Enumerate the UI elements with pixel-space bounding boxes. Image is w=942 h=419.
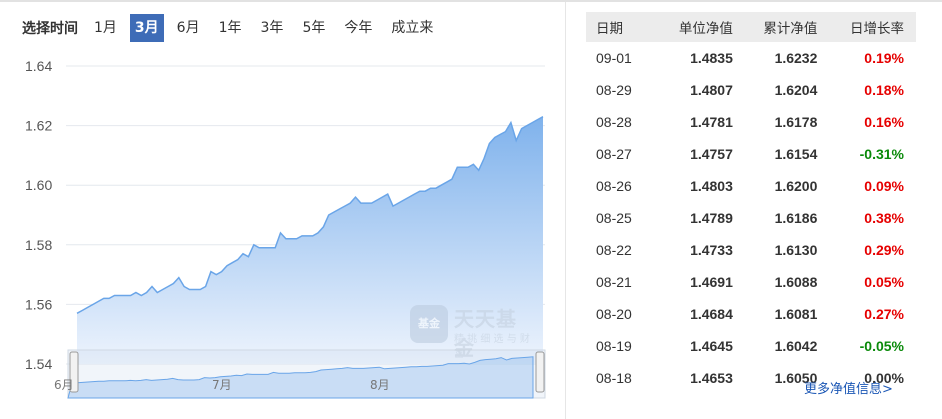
row-accum-nav: 1.6186 (774, 210, 818, 226)
row-daily-growth: 0.38% (864, 210, 904, 226)
header-date: 日期 (586, 12, 662, 42)
y-tick-label: 1.64 (25, 58, 52, 74)
y-tick-label: 1.54 (25, 356, 52, 372)
row-unit-nav: 1.4684 (690, 306, 733, 322)
row-date: 09-01 (596, 50, 632, 66)
row-date: 08-20 (596, 306, 632, 322)
row-daily-growth: -0.05% (859, 338, 904, 354)
watermark-logo-icon: 基金 (410, 305, 448, 343)
range-5y-button[interactable]: 5年 (296, 14, 331, 42)
range-6m-button[interactable]: 6月 (171, 14, 206, 42)
row-daily-growth: 0.09% (864, 178, 904, 194)
table-row: 08-27 1.4757 1.6154 -0.31% (586, 138, 916, 170)
row-unit-nav: 1.4653 (690, 370, 733, 386)
y-tick-label: 1.56 (25, 296, 52, 312)
y-tick-label: 1.58 (25, 237, 52, 253)
row-unit-nav: 1.4781 (690, 114, 733, 130)
row-daily-growth: 0.16% (864, 114, 904, 130)
chart-panel: 1.64 1.62 1.60 1.58 1.56 1.54 6月 7月 8月 选择时间 1月 … (0, 2, 565, 419)
row-daily-growth: -0.31% (859, 146, 904, 162)
range-inception-button[interactable]: 成立来 (385, 14, 439, 42)
navigator-month-label: 6月 (54, 378, 74, 392)
range-3y-button[interactable]: 3年 (255, 14, 290, 42)
row-unit-nav: 1.4807 (690, 82, 733, 98)
row-accum-nav: 1.6232 (774, 50, 818, 66)
more-nav-info-link[interactable]: 更多净值信息> (804, 378, 893, 397)
nav-table-panel: 日期 单位净值 累计净值 日增长率 09-01 1.4835 1.6232 0.19%… (565, 2, 942, 419)
watermark-subtitle: 精 挑 细 选 与 财 富 (454, 334, 530, 360)
row-date: 08-28 (596, 114, 632, 130)
row-accum-nav: 1.6042 (774, 338, 818, 354)
row-unit-nav: 1.4733 (690, 242, 733, 258)
row-date: 08-25 (596, 210, 632, 226)
row-accum-nav: 1.6178 (774, 114, 818, 130)
row-accum-nav: 1.6204 (774, 82, 818, 98)
table-header-row: 日期 单位净值 累计净值 日增长率 (586, 12, 916, 42)
row-unit-nav: 1.4789 (690, 210, 733, 226)
row-accum-nav: 1.6081 (774, 306, 818, 322)
row-daily-growth: 0.29% (864, 242, 904, 258)
row-accum-nav: 1.6154 (774, 146, 818, 162)
row-accum-nav: 1.6088 (774, 274, 818, 290)
header-unit-nav: 单位净值 (661, 12, 734, 42)
table-row: 08-26 1.4803 1.6200 0.09% (586, 170, 916, 202)
navigator-right-handle[interactable] (535, 351, 545, 393)
row-daily-growth: 0.19% (864, 50, 904, 66)
row-unit-nav: 1.4835 (690, 50, 733, 66)
range-selector-label: 选择时间 (22, 21, 78, 37)
row-daily-growth: 0.27% (864, 306, 904, 322)
navigator-month-label: 8月 (370, 378, 390, 392)
row-date: 08-22 (596, 242, 632, 258)
header-daily-growth: 日增长率 (818, 12, 916, 42)
range-1m-button[interactable]: 1月 (88, 14, 123, 42)
row-accum-nav: 1.6130 (774, 242, 818, 258)
table-row: 08-25 1.4789 1.6186 0.38% (586, 202, 916, 234)
range-ytd-button[interactable]: 今年 (338, 14, 378, 42)
y-tick-label: 1.62 (25, 118, 52, 134)
watermark: 基金 天天基金 精 挑 细 选 与 财 富 (410, 302, 535, 360)
row-date: 08-27 (596, 146, 632, 162)
row-date: 08-29 (596, 82, 632, 98)
row-unit-nav: 1.4645 (690, 338, 733, 354)
table-row: 08-22 1.4733 1.6130 0.29% (586, 234, 916, 266)
table-row: 08-21 1.4691 1.6088 0.05% (586, 266, 916, 298)
row-daily-growth: 0.18% (864, 82, 904, 98)
row-date: 08-19 (596, 338, 632, 354)
row-date: 08-18 (596, 370, 632, 386)
table-row: 08-29 1.4807 1.6204 0.18% (586, 74, 916, 106)
table-row: 09-01 1.4835 1.6232 0.19% (586, 42, 916, 74)
navigator-month-label: 7月 (212, 378, 232, 392)
range-3m-button[interactable]: 3月 (129, 14, 164, 42)
table-row: 08-28 1.4781 1.6178 0.16% (586, 106, 916, 138)
y-tick-label: 1.60 (25, 177, 52, 193)
table-row: 08-19 1.4645 1.6042 -0.05% (586, 330, 916, 362)
row-unit-nav: 1.4803 (690, 178, 733, 194)
range-1y-button[interactable]: 1年 (213, 14, 248, 42)
range-selector: 选择时间 1月 3月 6月 1年 3年 5年 今年 成立来 (22, 14, 446, 42)
row-accum-nav: 1.6200 (774, 178, 818, 194)
row-date: 08-21 (596, 274, 632, 290)
header-accum-nav: 累计净值 (733, 12, 819, 42)
table-row: 08-20 1.4684 1.6081 0.27% (586, 298, 916, 330)
row-daily-growth: 0.05% (864, 274, 904, 290)
row-date: 08-26 (596, 178, 632, 194)
row-unit-nav: 1.4691 (690, 274, 733, 290)
row-unit-nav: 1.4757 (690, 146, 733, 162)
nav-history-table: 日期 单位净值 累计净值 日增长率 09-01 1.4835 1.6232 0.19%… (586, 12, 916, 394)
